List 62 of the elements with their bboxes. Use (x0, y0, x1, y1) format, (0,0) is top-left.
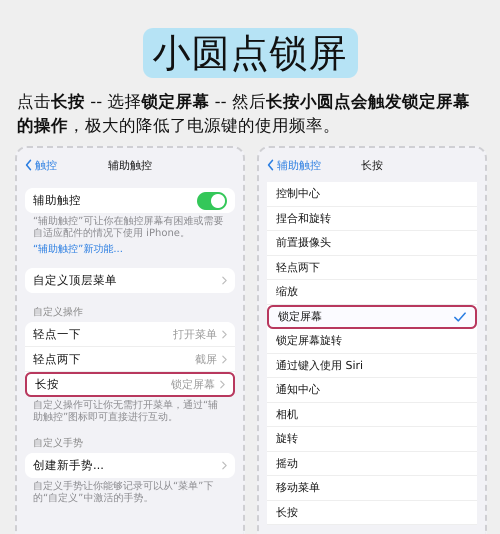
option-label: 旋转 (276, 431, 298, 446)
row-value: 打开菜单 (173, 326, 217, 342)
row-label: 轻点一下 (33, 326, 81, 342)
section-header: 自定义手势 (32, 436, 84, 451)
checkmark-icon (454, 312, 466, 322)
row-label: 长按 (35, 377, 59, 392)
chevron-icon (222, 330, 227, 338)
settings-row[interactable]: 自定义顶层菜单 (25, 268, 235, 293)
screen-title: 长按 (360, 158, 384, 172)
option-label: 锁定屏幕旋转 (276, 333, 342, 348)
back-link[interactable]: 触控 (25, 158, 57, 172)
option-label: 锁定屏幕 (278, 309, 322, 324)
option-row[interactable]: 轻点两下 (267, 256, 477, 280)
option-label: 轻点两下 (276, 260, 320, 275)
row-label: 轻点两下 (33, 352, 81, 366)
section-footer: 自定义手势让你能够记录可以从“菜单”下的“自定义”中激活的手势。 (25, 478, 235, 505)
option-row[interactable]: 通知中心 (267, 378, 477, 402)
option-row[interactable]: 通过键入使用 Siri (267, 354, 477, 378)
toggle-switch[interactable] (197, 192, 227, 210)
settings-row[interactable]: 轻点一下 打开菜单 (25, 322, 235, 347)
option-label: 通知中心 (276, 382, 320, 398)
option-label: 摇动 (276, 456, 298, 471)
option-row[interactable]: 移动菜单 (267, 476, 477, 500)
row-value: 截屏 (195, 352, 217, 366)
row-label: 辅助触控 (33, 193, 81, 208)
option-label: 通过键入使用 Siri (276, 358, 364, 373)
option-label: 长按 (276, 504, 298, 520)
chevron-icon (222, 276, 227, 285)
option-label: 前置摄像头 (276, 235, 331, 250)
back-link[interactable]: 辅助触控 (267, 158, 321, 172)
option-row[interactable]: 控制中心 (267, 182, 477, 206)
option-row[interactable]: 捏合和旋转 (267, 206, 477, 231)
row-label: 自定义顶层菜单 (33, 273, 117, 288)
option-label: 捏合和旋转 (276, 210, 331, 226)
section-header: 自定义操作 (32, 306, 84, 320)
option-row[interactable]: 长按 (267, 500, 477, 525)
feature-link[interactable]: “辅助触控”新功能... (25, 240, 235, 256)
option-label: 控制中心 (276, 186, 320, 202)
option-row[interactable]: 旋转 (267, 427, 477, 452)
settings-row[interactable]: 创建新手势... (25, 453, 235, 478)
option-label: 缩放 (276, 284, 298, 300)
section-footer: 自定义操作可让你无需打开菜单，通过“辅助触控”图标即可直接进行互动。 (25, 397, 235, 424)
option-row[interactable]: 相机 (267, 402, 477, 427)
option-label: 移动菜单 (276, 480, 320, 496)
section-footer: “辅助触控”可让你在触控屏幕有困难或需要自适应配件的情况下使用 iPhone。 (25, 213, 235, 240)
settings-row[interactable]: 长按 锁定屏幕 (25, 372, 235, 397)
row-label: 创建新手势... (33, 458, 104, 473)
option-row[interactable]: 锁定屏幕旋转 (267, 329, 477, 354)
settings-row[interactable]: 辅助触控 (25, 188, 235, 213)
option-label: 相机 (276, 406, 298, 422)
option-row[interactable]: 摇动 (267, 452, 477, 476)
option-row[interactable]: 锁定屏幕 (267, 304, 477, 329)
option-row[interactable]: 前置摄像头 (267, 231, 477, 256)
back-icon (25, 159, 32, 171)
chevron-icon (220, 380, 225, 389)
screen-title: 辅助触控 (107, 158, 153, 172)
back-icon (267, 159, 274, 171)
chevron-icon (222, 354, 227, 364)
row-value: 锁定屏幕 (171, 377, 215, 392)
chevron-icon (222, 461, 227, 470)
page-title: 小圆点锁屏 (142, 28, 358, 78)
description-text: 点击长按 -- 选择锁定屏幕 -- 然后长按小圆点会触发锁定屏幕的操作，极大的降低了电源键的使用频率。 (17, 91, 471, 137)
